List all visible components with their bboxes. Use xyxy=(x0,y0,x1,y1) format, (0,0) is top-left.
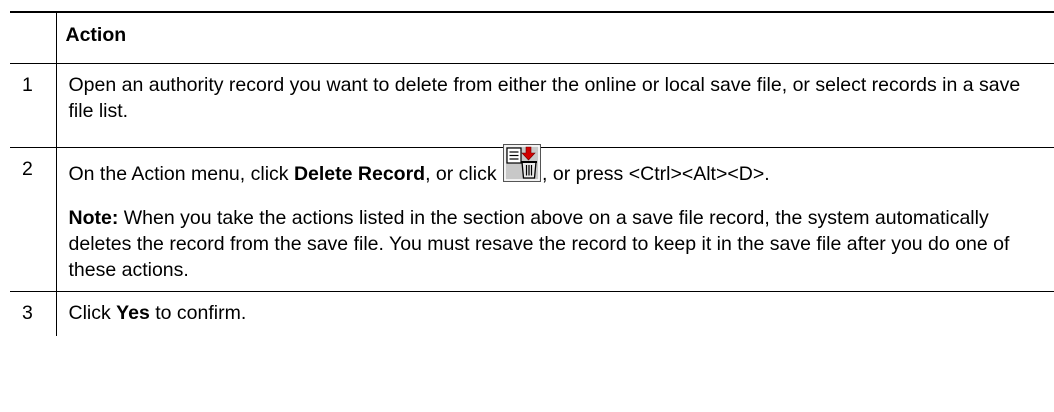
menu-command: Delete Record xyxy=(293,163,426,185)
step-number: 3 xyxy=(10,291,57,336)
step-text: Click Yes to confirm. xyxy=(55,291,1054,336)
header-number-cell xyxy=(10,11,57,64)
procedure-table: Action 1 Open an authority record you wa… xyxy=(10,11,1054,336)
step-prefix: Click xyxy=(68,302,117,324)
step-instruction: On the Action menu, click Delete Record,… xyxy=(68,144,1039,187)
instruction-suffix: , or press <Ctrl><Alt><D>. xyxy=(542,163,770,185)
step-row: 3 Click Yes to confirm. xyxy=(10,291,1054,336)
step-content: On the Action menu, click Delete Record,… xyxy=(55,144,1054,292)
step-suffix: to confirm. xyxy=(149,302,247,324)
table-header-row: Action xyxy=(10,11,1054,64)
note-label: Note: xyxy=(68,207,119,229)
instruction-middle: , or click xyxy=(425,163,503,185)
confirm-button-label: Yes xyxy=(116,302,150,324)
step-number: 1 xyxy=(10,63,57,148)
delete-record-icon xyxy=(503,144,542,182)
step-row: 1 Open an authority record you want to d… xyxy=(10,63,1054,148)
step-text: Open an authority record you want to del… xyxy=(55,63,1054,148)
step-number: 2 xyxy=(10,147,57,292)
step-note: Note: When you take the actions listed i… xyxy=(69,205,1039,283)
header-action-cell: Action xyxy=(55,11,1054,64)
step-row: 2 On the Action menu, click Delete Recor… xyxy=(10,144,1054,292)
instruction-prefix: On the Action menu, click xyxy=(68,163,294,185)
note-text: When you take the actions listed in the … xyxy=(68,207,1010,281)
